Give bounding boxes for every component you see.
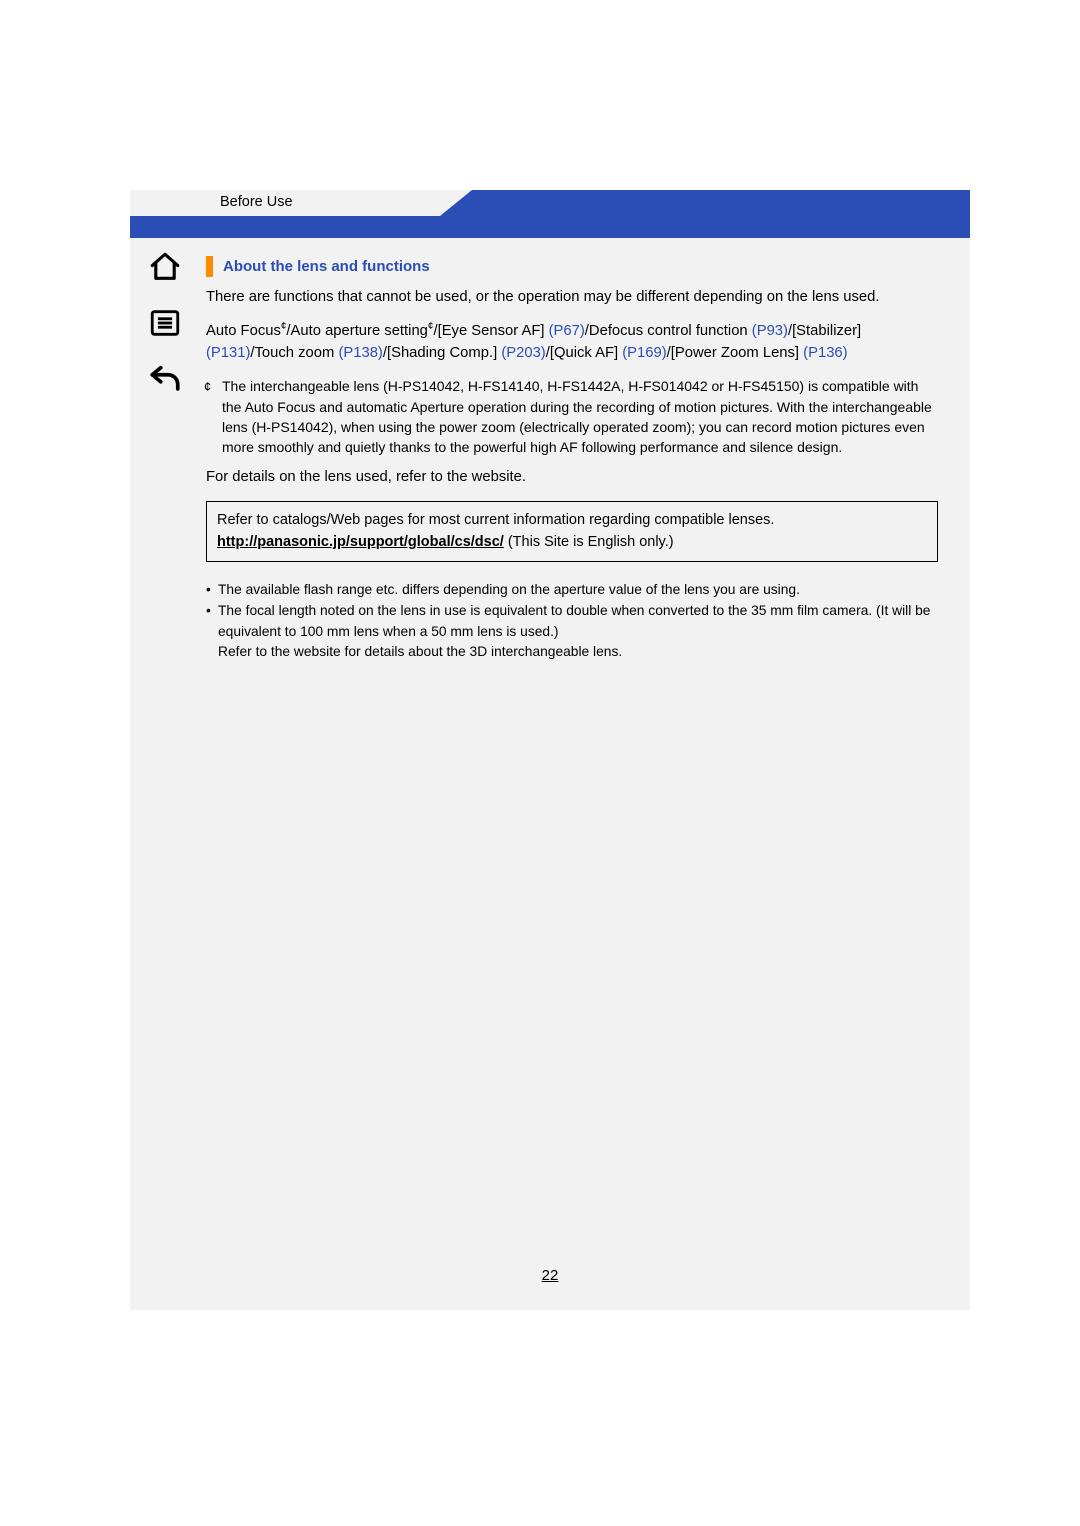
paragraph-website: For details on the lens used, refer to t… (206, 467, 938, 488)
note-item: • The available flash range etc. differs… (206, 580, 946, 601)
content-area: Before Use About the lens and functions … (130, 190, 970, 1310)
link-p67[interactable]: (P67) (549, 323, 585, 339)
note-item: • The focal length noted on the lens in … (206, 601, 946, 663)
document-page: Before Use About the lens and functions … (0, 0, 1080, 1526)
footnote-mark: ¢ (204, 378, 211, 397)
sidebar (130, 248, 200, 398)
paragraph-intro: There are functions that cannot be used,… (206, 287, 938, 308)
link-p138[interactable]: (P138) (338, 345, 382, 361)
header-bar: Before Use (130, 190, 970, 238)
home-icon[interactable] (146, 248, 184, 286)
link-p136[interactable]: (P136) (803, 345, 847, 361)
info-box-line1: Refer to catalogs/Web pages for most cur… (217, 510, 927, 532)
info-box: Refer to catalogs/Web pages for most cur… (206, 501, 938, 563)
toc-icon[interactable] (146, 304, 184, 342)
link-p203[interactable]: (P203) (501, 345, 545, 361)
notes-block: • The available flash range etc. differs… (206, 580, 946, 663)
link-p131[interactable]: (P131) (206, 345, 250, 361)
info-box-line2: http://panasonic.jp/support/global/cs/ds… (217, 532, 927, 554)
page-number[interactable]: 22 (130, 1267, 970, 1284)
support-url[interactable]: http://panasonic.jp/support/global/cs/ds… (217, 534, 504, 550)
footnote-text: The interchangeable lens (H-PS14042, H-F… (222, 378, 932, 455)
link-p93[interactable]: (P93) (752, 323, 788, 339)
section-accent-bar (206, 256, 213, 277)
back-icon[interactable] (146, 360, 184, 398)
section-heading: About the lens and functions (206, 256, 970, 277)
paragraph-links: Auto Focus¢/Auto aperture setting¢/[Eye … (206, 320, 938, 364)
breadcrumb: Before Use (220, 194, 293, 210)
section-title: About the lens and functions (223, 258, 430, 275)
link-p169[interactable]: (P169) (622, 345, 666, 361)
footnote: ¢ The interchangeable lens (H-PS14042, H… (222, 376, 938, 457)
